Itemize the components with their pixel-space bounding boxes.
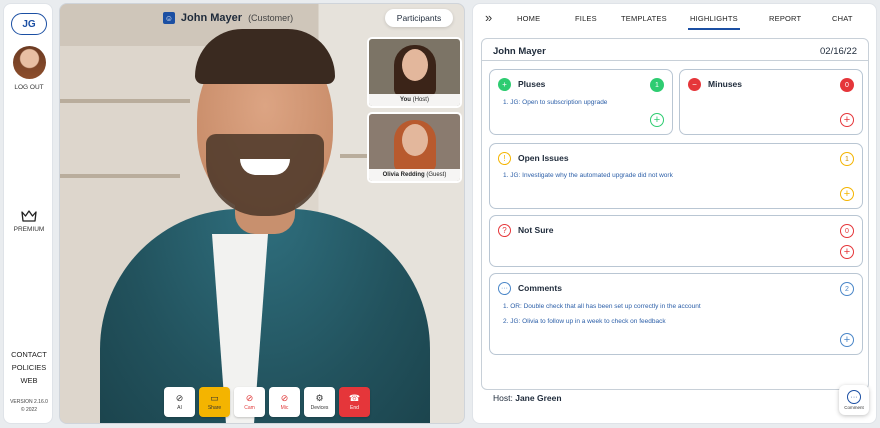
participant-caption: Olivia Redding (Guest) [369, 169, 460, 181]
share-button[interactable]: ▭ Share [199, 387, 230, 417]
premium-link[interactable]: PREMIUM [4, 226, 54, 233]
pluses-count: 1 [650, 78, 664, 92]
mic-off-icon: ⊘ [280, 392, 289, 403]
participants-button[interactable]: Participants [385, 9, 453, 27]
comment-icon: ··· [847, 390, 861, 404]
ai-button[interactable]: ⊘ AI [164, 387, 195, 417]
list-item[interactable]: 1. JG: Open to subscription upgrade [503, 99, 607, 106]
participant-thumbnail-guest[interactable]: Olivia Redding (Guest) [367, 112, 462, 183]
version-text: VERSION 2.16.0 [10, 399, 48, 405]
add-issue-button[interactable]: + [840, 187, 854, 201]
participant-face [402, 49, 428, 81]
pluses-title: Pluses [518, 79, 546, 89]
client-name: John Mayer [493, 46, 546, 57]
participant-name: You [400, 97, 411, 103]
tab-highlights[interactable]: HIGHLIGHTS [688, 14, 740, 30]
session-date: 02/16/22 [820, 46, 857, 57]
highlights-header: John Mayer 02/16/22 [482, 39, 868, 61]
minuses-count: 0 [840, 78, 854, 92]
exclamation-icon: ! [498, 152, 511, 165]
call-controls: ⊘ AI ▭ Share ⊘ Cam ⊘ Mic ⚙ Devices ☎ End [164, 387, 370, 417]
list-item[interactable]: 1. JG: Investigate why the automated upg… [503, 172, 673, 179]
copyright-text: © 2022 [20, 407, 38, 413]
end-label: End [350, 404, 359, 411]
participant-thumbnail-host[interactable]: You (Host) [367, 37, 462, 108]
web-link[interactable]: WEB [4, 376, 54, 385]
not-sure-section: ? Not Sure 0 + [489, 215, 863, 267]
screen-share-icon: ▭ [210, 392, 219, 403]
list-item[interactable]: 2. JG: Olivia to follow up in a week to … [503, 318, 666, 325]
caller-hair [195, 29, 335, 84]
ai-label: AI [177, 404, 182, 411]
policies-link[interactable]: POLICIES [4, 363, 54, 372]
open-issues-section: ! Open Issues 1 1. JG: Investigate why t… [489, 143, 863, 209]
customer-icon: ☺ [162, 12, 175, 24]
tab-chat[interactable]: CHAT [832, 14, 853, 23]
cam-button[interactable]: ⊘ Cam [234, 387, 265, 417]
collapse-icon[interactable]: » [485, 10, 492, 25]
question-icon: ? [498, 224, 511, 237]
participant-name: Olivia Redding [382, 172, 425, 178]
devices-label: Devices [310, 404, 329, 411]
minuses-title: Minuses [708, 79, 743, 89]
open-issues-count: 1 [840, 152, 854, 166]
ai-eye-off-icon: ⊘ [175, 392, 184, 403]
not-sure-count: 0 [840, 224, 854, 238]
contact-link[interactable]: CONTACT [4, 350, 54, 359]
open-issues-title: Open Issues [518, 153, 569, 163]
highlights-card: John Mayer 02/16/22 + Pluses 1 1. JG: Op… [481, 38, 869, 390]
gear-icon: ⚙ [315, 392, 324, 403]
host-label: Host: [493, 393, 513, 403]
comments-count: 2 [840, 282, 854, 296]
caller-role: (Customer) [248, 13, 294, 23]
caller-name: John Mayer [180, 12, 243, 24]
add-minus-button[interactable]: + [840, 113, 854, 127]
cam-label: Cam [244, 404, 255, 411]
participant-face [402, 124, 428, 156]
end-call-button[interactable]: ☎ End [339, 387, 370, 417]
not-sure-title: Not Sure [518, 225, 554, 235]
user-initials-badge[interactable]: JG [11, 13, 47, 35]
hang-up-icon: ☎ [348, 392, 361, 403]
mic-button[interactable]: ⊘ Mic [269, 387, 300, 417]
tab-bar: » HOME FILES TEMPLATES HIGHLIGHTS REPORT… [473, 4, 878, 34]
tab-files[interactable]: FILES [575, 14, 597, 23]
participant-role: (Guest) [426, 172, 447, 178]
add-plus-button[interactable]: + [650, 113, 664, 127]
video-call-panel: ☺ John Mayer (Customer) Participants You… [59, 3, 465, 424]
shelf [60, 99, 190, 103]
comment-label: Comment [844, 405, 864, 410]
plus-icon: + [498, 78, 511, 91]
crown-icon[interactable] [20, 209, 38, 223]
tab-home[interactable]: HOME [517, 14, 540, 23]
devices-button[interactable]: ⚙ Devices [304, 387, 335, 417]
host-line: Host: Jane Green [493, 393, 562, 403]
host-name: Jane Green [515, 393, 562, 403]
participant-role: (Host) [412, 97, 429, 103]
camera-off-icon: ⊘ [245, 392, 254, 403]
share-label: Share [207, 404, 222, 411]
pluses-section: + Pluses 1 1. JG: Open to subscription u… [489, 69, 673, 135]
list-item[interactable]: 1. OR: Double check that all has been se… [503, 303, 701, 310]
tab-report[interactable]: REPORT [769, 14, 801, 23]
mic-label: Mic [280, 404, 289, 411]
add-not-sure-button[interactable]: + [840, 245, 854, 259]
add-comment-button[interactable]: + [840, 333, 854, 347]
sidebar: JG LOG OUT PREMIUM CONTACT POLICIES WEB … [3, 3, 53, 424]
comment-button[interactable]: ··· Comment [839, 385, 869, 415]
tab-templates[interactable]: TEMPLATES [621, 14, 667, 23]
minuses-section: − Minuses 0 + [679, 69, 863, 135]
session-panel: » HOME FILES TEMPLATES HIGHLIGHTS REPORT… [472, 3, 877, 424]
ellipsis-icon: ··· [498, 282, 511, 295]
logout-link[interactable]: LOG OUT [4, 84, 54, 91]
participant-caption: You (Host) [369, 94, 460, 106]
avatar[interactable] [13, 46, 46, 79]
comments-title: Comments [518, 283, 562, 293]
minus-icon: − [688, 78, 701, 91]
shelf [60, 174, 180, 178]
comments-section: ··· Comments 2 1. OR: Double check that … [489, 273, 863, 355]
